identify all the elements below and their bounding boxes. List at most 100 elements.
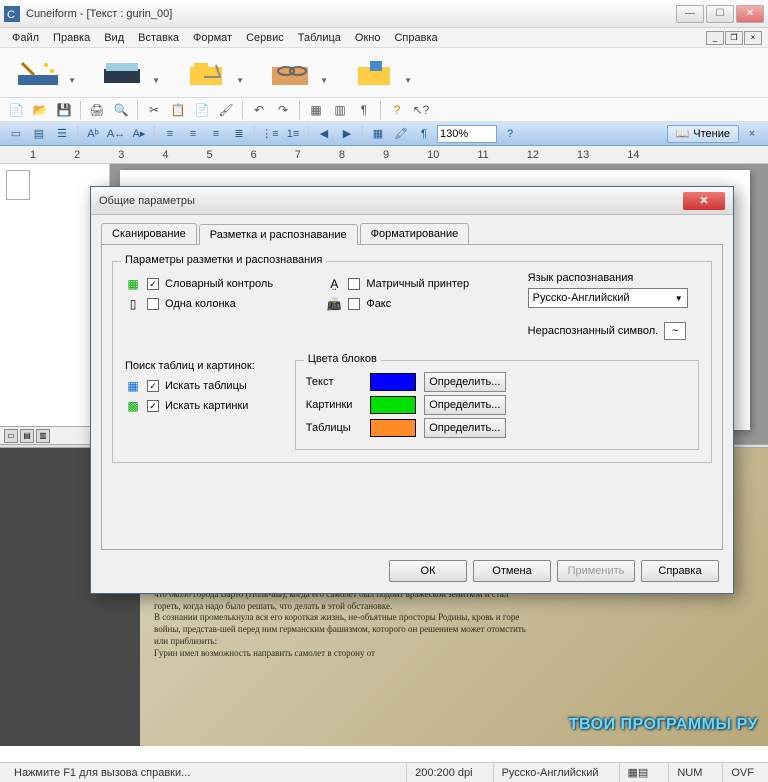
normal-view-icon[interactable]: ▭ bbox=[6, 124, 26, 144]
tables-checkbox[interactable]: ✓ bbox=[147, 380, 159, 392]
find-icon[interactable]: Aᵇ bbox=[83, 124, 103, 144]
numbering-icon[interactable]: 1≡ bbox=[283, 124, 303, 144]
paste-icon[interactable]: 📄 bbox=[192, 100, 212, 120]
open-button[interactable]: ▼ bbox=[178, 53, 234, 93]
open-icon[interactable]: 📂 bbox=[30, 100, 50, 120]
book-icon: 📖 bbox=[676, 127, 690, 140]
recognize-button[interactable]: ▼ bbox=[262, 53, 318, 93]
mdi-close[interactable]: × bbox=[744, 31, 762, 45]
brush-icon[interactable]: 🖌 bbox=[216, 100, 236, 120]
pilcrow-icon[interactable]: ¶ bbox=[414, 124, 434, 144]
pictures-checkbox[interactable]: ✓ bbox=[147, 400, 159, 412]
cancel-button[interactable]: Отмена bbox=[473, 560, 551, 582]
borders-icon[interactable]: ▦ bbox=[368, 124, 388, 144]
menu-window[interactable]: Окно bbox=[349, 30, 387, 46]
tab-normal[interactable]: ▭ bbox=[4, 429, 18, 443]
page-thumbnail[interactable] bbox=[6, 170, 30, 200]
table-icon[interactable]: ▦ bbox=[306, 100, 326, 120]
outline-view-icon[interactable]: ☰ bbox=[52, 124, 72, 144]
color-pictures-swatch bbox=[370, 396, 416, 414]
fax-checkbox[interactable] bbox=[348, 298, 360, 310]
bullets-icon[interactable]: ⋮≡ bbox=[260, 124, 280, 144]
define-tables-button[interactable]: Определить... bbox=[424, 418, 506, 438]
align-center-icon[interactable]: ≡ bbox=[183, 124, 203, 144]
apply-button[interactable]: Применить bbox=[557, 560, 635, 582]
tab-outline[interactable]: ▥ bbox=[36, 429, 50, 443]
undo-icon[interactable]: ↶ bbox=[249, 100, 269, 120]
mdi-minimize[interactable]: _ bbox=[706, 31, 724, 45]
unrec-input[interactable] bbox=[664, 322, 686, 340]
status-lang: Русско-Английский bbox=[493, 763, 607, 782]
new-icon[interactable]: 📄 bbox=[6, 100, 26, 120]
dict-icon: ▦ bbox=[125, 276, 141, 292]
dict-checkbox[interactable]: ✓ bbox=[147, 278, 159, 290]
align-right-icon[interactable]: ≡ bbox=[206, 124, 226, 144]
paragraph-icon[interactable]: ¶ bbox=[354, 100, 374, 120]
menu-format[interactable]: Формат bbox=[187, 30, 238, 46]
indent-dec-icon[interactable]: ◀ bbox=[314, 124, 334, 144]
save-button[interactable]: ▼ bbox=[346, 53, 402, 93]
minimize-button[interactable]: — bbox=[676, 5, 704, 23]
close-pane-icon[interactable]: × bbox=[742, 124, 762, 144]
menu-edit[interactable]: Правка bbox=[47, 30, 96, 46]
highlight-icon[interactable]: 🖍 bbox=[391, 124, 411, 144]
menu-help[interactable]: Справка bbox=[388, 30, 443, 46]
svg-text:C: C bbox=[7, 9, 15, 21]
save-icon[interactable]: 💾 bbox=[54, 100, 74, 120]
wizard-button[interactable]: ▼ bbox=[10, 53, 66, 93]
help-blue-icon[interactable]: ? bbox=[500, 124, 520, 144]
menu-view[interactable]: Вид bbox=[98, 30, 130, 46]
copy-icon[interactable]: 📋 bbox=[168, 100, 188, 120]
matrix-label: Матричный принтер bbox=[366, 278, 469, 290]
column-icon: ▯ bbox=[125, 296, 141, 312]
tables-icon: ▦ bbox=[125, 378, 141, 394]
watermark: ТВОИ ПРОГРАММЫ РУ bbox=[569, 716, 758, 734]
status-icons: ▦▤ bbox=[619, 763, 657, 782]
read-button[interactable]: 📖 Чтение bbox=[667, 125, 739, 143]
indent-inc-icon[interactable]: ▶ bbox=[337, 124, 357, 144]
tab-formatting[interactable]: Форматирование bbox=[360, 223, 470, 244]
chevron-down-icon: ▼ bbox=[675, 294, 683, 303]
menu-table[interactable]: Таблица bbox=[292, 30, 347, 46]
recognition-params-group: Параметры разметки и распознавания ▦ ✓ С… bbox=[112, 261, 712, 463]
dialog-close-button[interactable]: ✕ bbox=[683, 192, 725, 210]
menu-insert[interactable]: Вставка bbox=[132, 30, 185, 46]
tab-layout-recognition[interactable]: Разметка и распознавание bbox=[199, 224, 358, 245]
matrix-checkbox[interactable] bbox=[348, 278, 360, 290]
goto-icon[interactable]: A▸ bbox=[129, 124, 149, 144]
align-left-icon[interactable]: ≡ bbox=[160, 124, 180, 144]
menu-service[interactable]: Сервис bbox=[240, 30, 290, 46]
page-view-icon[interactable]: ▤ bbox=[29, 124, 49, 144]
menu-file[interactable]: Файл bbox=[6, 30, 45, 46]
cut-icon[interactable]: ✂ bbox=[144, 100, 164, 120]
replace-icon[interactable]: A↔ bbox=[106, 124, 126, 144]
whatsthis-icon[interactable]: ↖? bbox=[411, 100, 431, 120]
print-icon[interactable]: 🖨 bbox=[87, 100, 107, 120]
dict-label: Словарный контроль bbox=[165, 278, 273, 290]
preview-icon[interactable]: 🔍 bbox=[111, 100, 131, 120]
dialog-buttons: ОК Отмена Применить Справка bbox=[91, 560, 733, 592]
close-button[interactable]: ✕ bbox=[736, 5, 764, 23]
help-button[interactable]: Справка bbox=[641, 560, 719, 582]
maximize-button[interactable]: ☐ bbox=[706, 5, 734, 23]
columns-icon[interactable]: ▥ bbox=[330, 100, 350, 120]
help-icon[interactable]: ? bbox=[387, 100, 407, 120]
mdi-restore[interactable]: ❐ bbox=[725, 31, 743, 45]
zoom-select[interactable] bbox=[437, 125, 497, 143]
pictures-icon: ▩ bbox=[125, 398, 141, 414]
define-pictures-button[interactable]: Определить... bbox=[424, 395, 506, 415]
ruler[interactable]: 1234567891011121314 bbox=[0, 146, 768, 164]
tab-layout[interactable]: ▤ bbox=[20, 429, 34, 443]
status-ovf: OVF bbox=[722, 763, 762, 782]
color-tables-swatch bbox=[370, 419, 416, 437]
tab-scanning[interactable]: Сканирование bbox=[101, 223, 197, 244]
redo-icon[interactable]: ↷ bbox=[273, 100, 293, 120]
ok-button[interactable]: ОК bbox=[389, 560, 467, 582]
pictures-label: Искать картинки bbox=[165, 400, 248, 412]
define-text-button[interactable]: Определить... bbox=[424, 372, 506, 392]
lang-select[interactable]: Русско-Английский ▼ bbox=[528, 288, 688, 308]
block-colors-group: Цвета блоков Текст Определить... Картинк… bbox=[295, 360, 699, 450]
scan-button[interactable]: ▼ bbox=[94, 53, 150, 93]
column-checkbox[interactable] bbox=[147, 298, 159, 310]
justify-icon[interactable]: ≣ bbox=[229, 124, 249, 144]
